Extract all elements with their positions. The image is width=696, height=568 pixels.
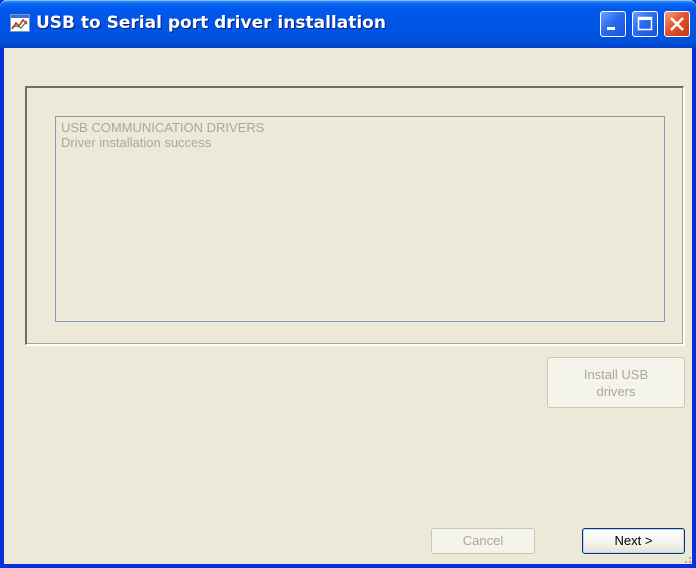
install-button-label-line1: Install USB <box>583 367 649 382</box>
cancel-button[interactable]: Cancel <box>431 528 535 554</box>
log-line: USB COMMUNICATION DRIVERS <box>61 120 265 135</box>
minimize-icon <box>607 27 615 30</box>
driver-status-log[interactable]: USB COMMUNICATION DRIVERS Driver install… <box>55 116 665 322</box>
window-title: USB to Serial port driver installation <box>36 13 386 33</box>
chart-window-icon <box>10 14 30 32</box>
maximize-icon <box>637 16 653 31</box>
minimize-button[interactable] <box>600 11 626 37</box>
install-usb-drivers-button[interactable]: Install USB drivers <box>547 357 685 408</box>
title-bar[interactable]: USB to Serial port driver installation <box>0 0 696 48</box>
log-line: Driver installation success <box>61 135 212 150</box>
resize-grip-icon[interactable] <box>680 552 692 564</box>
next-button[interactable]: Next > <box>582 528 685 554</box>
install-button-label-line2: drivers <box>596 384 636 399</box>
maximize-button[interactable] <box>632 11 658 37</box>
installer-window: USB to Serial port driver installation U… <box>0 0 696 568</box>
close-icon <box>670 17 684 31</box>
close-button[interactable] <box>664 11 690 37</box>
